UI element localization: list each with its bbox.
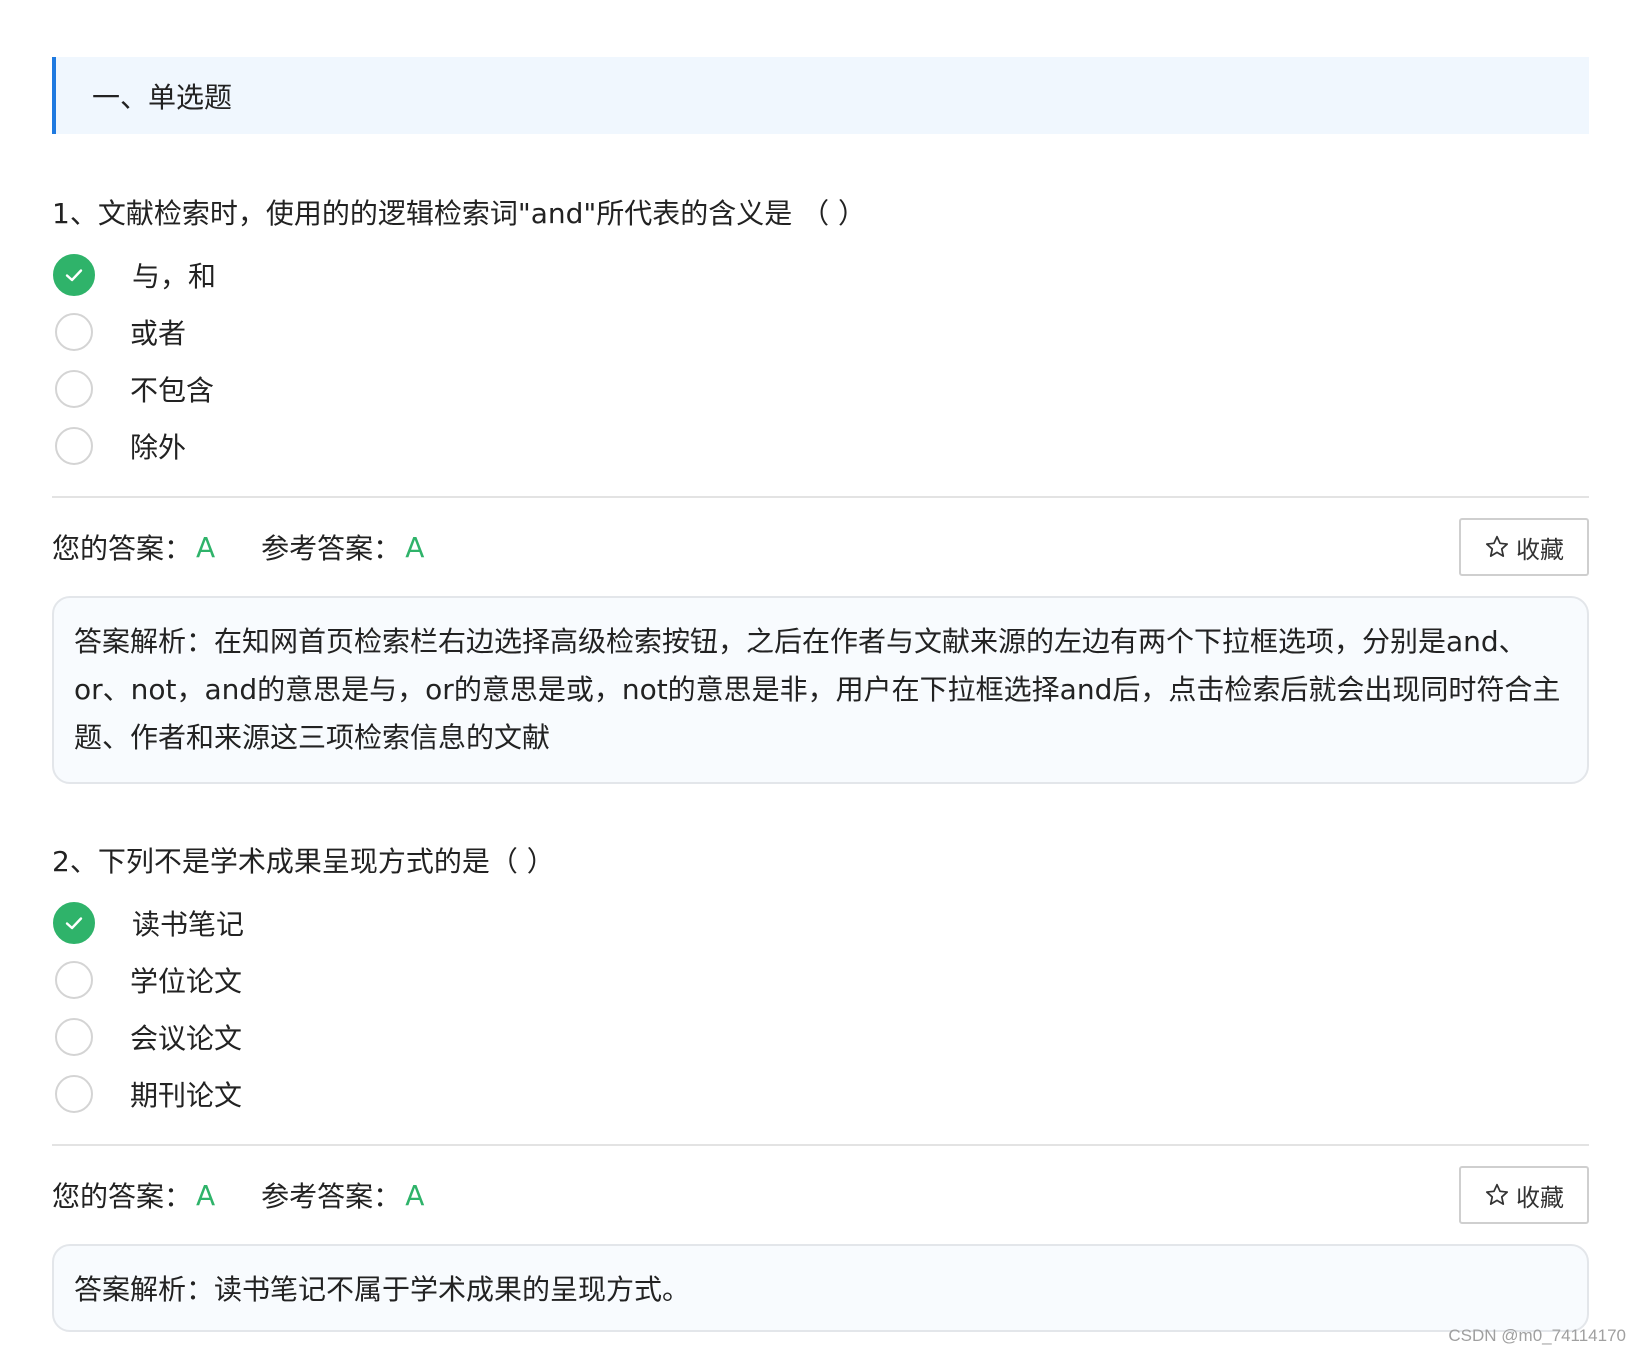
section-title: 一、单选题 [92,80,233,114]
option-a[interactable]: 与，和 [52,246,1589,303]
option-c[interactable]: 不包含 [52,360,1589,417]
radio-icon[interactable] [55,1017,93,1056]
question-2: 2、下列不是学术成果呈现方式的是（ ） 读书笔记 学位论文 会议论文 期刊论文 [52,842,1589,1332]
your-answer-label: 您的答案： [52,1180,193,1213]
divider [52,496,1589,498]
ref-answer-label: 参考答案： [261,1180,402,1213]
radio-icon[interactable] [55,426,93,465]
option-d[interactable]: 期刊论文 [52,1065,1589,1122]
favorite-button[interactable]: 收藏 [1459,518,1589,576]
divider [52,1144,1589,1146]
option-c[interactable]: 会议论文 [52,1008,1589,1065]
watermark: CSDN @m0_74114170 [1448,1326,1626,1345]
option-label: 学位论文 [130,964,243,998]
favorite-button[interactable]: 收藏 [1459,1166,1589,1224]
option-label: 期刊论文 [130,1078,243,1112]
option-a[interactable]: 读书笔记 [52,894,1589,951]
answer-analysis: 答案解析：读书笔记不属于学术成果的呈现方式。 [52,1244,1589,1332]
radio-icon[interactable] [55,960,93,999]
option-b[interactable]: 学位论文 [52,951,1589,1008]
option-label: 不包含 [130,373,215,407]
options-list: 与，和 或者 不包含 除外 [52,246,1589,474]
answer-row: 您的答案： A 参考答案： A 收藏 [52,1166,1589,1224]
quiz-page: 一、单选题 1、文献检索时，使用的的逻辑检索词"and"所代表的含义是 （ ） … [52,57,1589,1332]
option-label: 读书笔记 [132,907,245,941]
option-d[interactable]: 除外 [52,417,1589,474]
answer-analysis: 答案解析：在知网首页检索栏右边选择高级检索按钮，之后在作者与文献来源的左边有两个… [52,596,1589,784]
ref-answer-value: A [405,1178,425,1212]
your-answer-value: A [196,530,216,564]
favorite-label: 收藏 [1516,1183,1564,1212]
radio-icon[interactable] [55,1074,93,1113]
answer-row: 您的答案： A 参考答案： A 收藏 [52,518,1589,576]
option-label: 除外 [130,430,187,464]
ref-answer-value: A [405,530,425,564]
radio-checked-icon[interactable] [53,253,95,296]
ref-answer-label: 参考答案： [261,532,402,565]
option-label: 会议论文 [130,1021,243,1055]
star-icon [1484,1182,1510,1208]
radio-icon[interactable] [55,312,93,351]
option-label: 与，和 [132,259,217,293]
question-title: 2、下列不是学术成果呈现方式的是（ ） [52,845,555,878]
your-answer-label: 您的答案： [52,532,193,565]
option-label: 或者 [130,316,187,350]
your-answer-value: A [196,1178,216,1212]
section-header: 一、单选题 [52,57,1589,134]
options-list: 读书笔记 学位论文 会议论文 期刊论文 [52,894,1589,1122]
question-title: 1、文献检索时，使用的的逻辑检索词"and"所代表的含义是 （ ） [52,197,867,230]
radio-checked-icon[interactable] [53,901,95,944]
star-icon [1484,534,1510,560]
question-1: 1、文献检索时，使用的的逻辑检索词"and"所代表的含义是 （ ） 与，和 或者… [52,194,1589,784]
radio-icon[interactable] [55,369,93,408]
favorite-label: 收藏 [1516,535,1564,564]
option-b[interactable]: 或者 [52,303,1589,360]
